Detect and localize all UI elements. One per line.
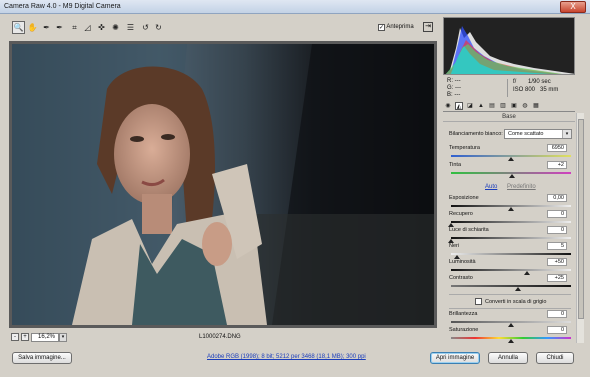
red-readout: R: --- [447, 78, 461, 84]
zoom-out-button[interactable]: - [11, 333, 19, 341]
preview-checkbox[interactable]: ✓ [378, 24, 385, 31]
workflow-options-link[interactable]: Adobe RGB (1998); 8 bit; 5212 per 3468 (… [207, 354, 366, 360]
zoom-dropdown[interactable]: ▾ [59, 333, 67, 342]
fill-light-field[interactable]: 0 [547, 226, 567, 234]
portrait-photo [12, 44, 434, 325]
iso: ISO 800 [513, 87, 536, 93]
panel-title: Base [443, 113, 575, 122]
grayscale-checkbox[interactable] [475, 298, 482, 305]
info-divider [507, 79, 508, 97]
zoom-in-button[interactable]: + [21, 333, 29, 341]
tab-basic-icon[interactable]: ◭ [455, 102, 463, 110]
clarity-field[interactable]: 0 [547, 310, 567, 318]
green-readout: G: --- [447, 85, 461, 91]
tab-hsl-icon[interactable]: ▤ [488, 102, 496, 110]
close-button[interactable]: Chiudi [536, 352, 574, 364]
white-balance-value: Come scattato [508, 131, 544, 137]
focal-length: 35 mm [540, 87, 559, 93]
basic-panel: Base Bilanciamento bianco: Come scattato… [443, 113, 575, 343]
tab-split-toning-icon[interactable]: ▥ [499, 102, 507, 110]
preferences-icon[interactable]: ☰ [125, 22, 136, 33]
contrast-field[interactable]: +25 [547, 274, 567, 282]
blacks-label: Neri [449, 243, 460, 249]
temperature-label: Temperatura [449, 145, 480, 151]
image-canvas[interactable] [9, 41, 437, 328]
contrast-slider-knob[interactable] [515, 287, 522, 291]
white-balance-tool-icon[interactable]: ✒ [41, 22, 52, 33]
preview-toggle[interactable]: ✓ Anteprima [378, 24, 414, 31]
camera-icon[interactable]: ◉ [444, 102, 452, 110]
title-bar: Camera Raw 4.0 - M9 Digital Camera X [0, 0, 590, 14]
file-name: L1000274.DNG [199, 334, 241, 340]
contrast-label: Contrasto [449, 275, 473, 281]
temperature-field[interactable]: 6950 [547, 144, 567, 152]
saturation-slider-knob[interactable] [508, 339, 514, 343]
brightness-label: Luminosità [449, 259, 476, 265]
fill-light-label: Luce di schiarita [449, 227, 489, 233]
histogram-graph [445, 26, 574, 74]
save-image-button[interactable]: Salva immagine... [12, 352, 72, 364]
tint-label: Tinta [449, 162, 462, 168]
temperature-slider-knob[interactable] [508, 157, 514, 161]
open-image-button[interactable]: Apri immagine [430, 352, 480, 364]
contrast-slider[interactable] [451, 285, 571, 287]
exposure-label: Esposizione [449, 195, 479, 201]
white-balance-select[interactable]: Come scattato ▾ [504, 129, 572, 139]
blue-readout: B: --- [447, 92, 461, 98]
photo-preview [12, 44, 434, 325]
chevron-down-icon: ▾ [562, 130, 571, 138]
zoom-level-field[interactable]: 16,2% [31, 333, 59, 342]
white-balance-label: Bilanciamento bianco: [449, 131, 503, 137]
color-sampler-tool-icon[interactable]: ✒ [54, 22, 65, 33]
brightness-field[interactable]: +50 [547, 258, 567, 266]
rotate-left-icon[interactable]: ↺ [140, 22, 151, 33]
scrollbar-thumb[interactable] [578, 119, 584, 319]
brightness-slider[interactable] [451, 269, 571, 271]
blacks-slider[interactable] [451, 253, 571, 255]
default-link[interactable]: Predefinito [507, 184, 536, 190]
tab-lens-icon[interactable]: ▣ [510, 102, 518, 110]
straighten-tool-icon[interactable]: ◿ [82, 22, 93, 33]
recovery-label: Recupero [449, 211, 473, 217]
fullscreen-icon[interactable]: ⇥ [423, 22, 433, 32]
exposure-field[interactable]: 0,00 [547, 194, 567, 202]
clarity-label: Brillantezza [449, 311, 478, 317]
info-panel: R: --- G: --- B: --- f/ 1/90 sec ISO 800… [443, 76, 575, 100]
tab-tone-curve-icon[interactable]: ◪ [466, 102, 474, 110]
window-title: Camera Raw 4.0 - M9 Digital Camera [4, 3, 121, 10]
fill-light-slider[interactable] [451, 237, 571, 239]
cancel-button[interactable]: Annulla [488, 352, 528, 364]
auto-link[interactable]: Auto [485, 184, 497, 190]
tint-field[interactable]: +2 [547, 161, 567, 169]
tab-presets-icon[interactable]: ▦ [532, 102, 540, 110]
retouch-tool-icon[interactable]: ✜ [96, 22, 107, 33]
red-eye-tool-icon[interactable]: ✺ [110, 22, 121, 33]
saturation-label: Saturazione [449, 327, 479, 333]
recovery-field[interactable]: 0 [547, 210, 567, 218]
shutter-speed: 1/90 sec [528, 79, 551, 85]
clarity-slider-knob[interactable] [508, 323, 514, 327]
tab-calibration-icon[interactable]: ◍ [521, 102, 529, 110]
exposure-slider-knob[interactable] [508, 207, 514, 211]
grayscale-label: Converti in scala di grigio [485, 299, 547, 305]
aperture: f/ [513, 79, 517, 85]
preview-label: Anteprima [386, 24, 414, 30]
zoom-tool-icon[interactable]: 🔍 [12, 21, 25, 34]
rotate-right-icon[interactable]: ↻ [153, 22, 164, 33]
saturation-field[interactable]: 0 [547, 326, 567, 334]
tab-detail-icon[interactable]: ▲ [477, 102, 485, 110]
brightness-slider-knob[interactable] [523, 271, 530, 275]
blacks-field[interactable]: 5 [547, 242, 567, 250]
crop-tool-icon[interactable]: ⌗ [69, 22, 80, 33]
recovery-slider[interactable] [451, 221, 571, 223]
panel-scrollbar[interactable] [576, 113, 584, 343]
close-window-button[interactable]: X [560, 1, 586, 13]
hand-tool-icon[interactable]: ✋ [27, 22, 38, 33]
adjustment-tabs: ◉ ◭ ◪ ▲ ▤ ▥ ▣ ◍ ▦ [443, 101, 575, 112]
histogram [443, 17, 575, 75]
divider [449, 294, 571, 295]
divider [449, 308, 571, 309]
tint-slider-knob[interactable] [509, 174, 516, 178]
image-status-bar: - + 16,2% ▾ L1000274.DNG [9, 331, 437, 344]
